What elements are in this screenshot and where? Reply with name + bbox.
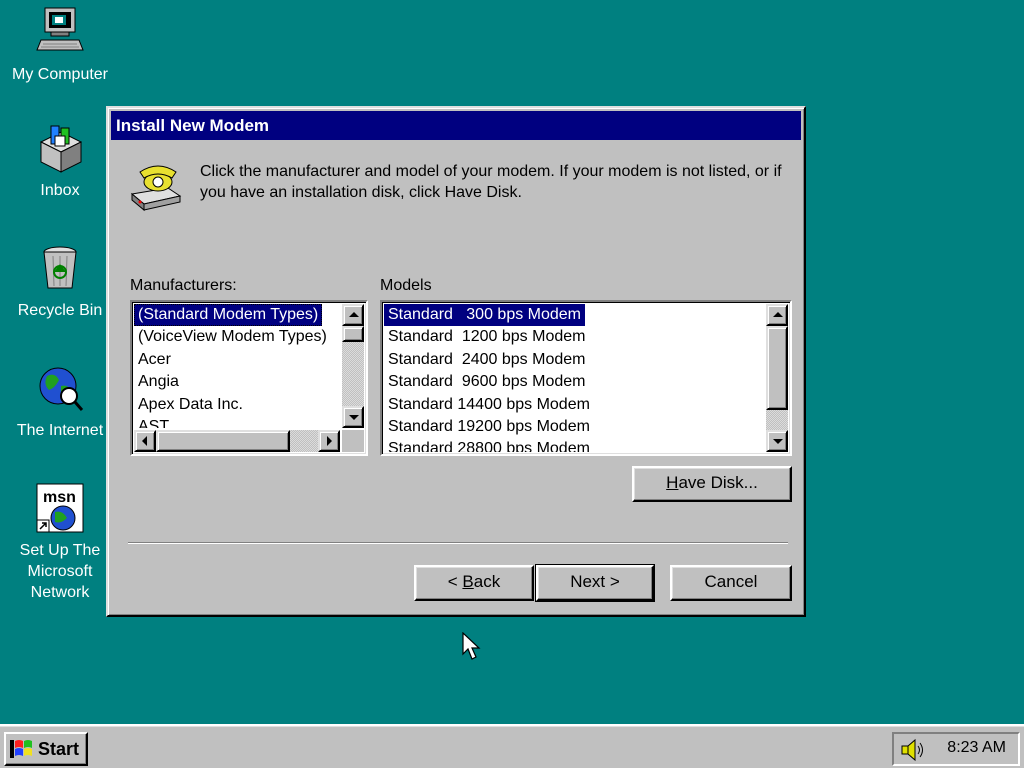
desktop-icon-my-computer[interactable]: My Computer bbox=[5, 6, 115, 85]
dialog-separator bbox=[128, 542, 788, 544]
scroll-right-button[interactable] bbox=[318, 430, 340, 452]
desktop: My Computer Inbox Recycle Bin The Intern… bbox=[0, 0, 1024, 768]
models-vertical-scrollbar[interactable] bbox=[766, 304, 788, 452]
taskbar: Start 8:23 AM bbox=[0, 724, 1024, 768]
scroll-thumb[interactable] bbox=[342, 326, 364, 342]
inbox-icon bbox=[35, 122, 85, 176]
have-disk-label: Have Disk... bbox=[666, 473, 758, 492]
scroll-left-button[interactable] bbox=[134, 430, 156, 452]
back-accelerator: B bbox=[462, 572, 474, 591]
have-disk-accelerator: H bbox=[666, 473, 679, 492]
manufacturers-vertical-scrollbar[interactable] bbox=[342, 304, 364, 428]
instructions-text: Click the manufacturer and model of your… bbox=[200, 163, 782, 201]
scroll-up-button[interactable] bbox=[766, 304, 788, 326]
back-button[interactable]: < Back bbox=[414, 565, 534, 601]
svg-text:msn: msn bbox=[43, 489, 76, 506]
manufacturers-list-item[interactable]: Acer bbox=[134, 349, 340, 371]
internet-globe-icon bbox=[35, 362, 85, 416]
system-tray: 8:23 AM bbox=[892, 732, 1020, 766]
manufacturers-horizontal-scrollbar[interactable] bbox=[134, 430, 340, 452]
dialog-title-bar[interactable]: Install New Modem bbox=[111, 111, 801, 140]
manufacturers-listbox[interactable]: (Standard Modem Types) (VoiceView Modem … bbox=[130, 300, 368, 456]
arrow-left-icon bbox=[142, 436, 147, 446]
start-button[interactable]: Start bbox=[4, 732, 88, 766]
scroll-down-button[interactable] bbox=[766, 430, 788, 452]
back-label: < Back bbox=[448, 572, 500, 591]
dialog-title: Install New Modem bbox=[116, 116, 270, 135]
manufacturers-list-item[interactable]: Apex Data Inc. bbox=[134, 394, 340, 416]
start-label: Start bbox=[38, 739, 80, 759]
install-new-modem-dialog: Install New Modem Click the manufacturer… bbox=[106, 106, 806, 617]
models-label: Models bbox=[380, 277, 432, 294]
scroll-thumb[interactable] bbox=[766, 326, 788, 410]
models-list-item[interactable]: Standard 14400 bps Modem bbox=[384, 394, 764, 416]
manufacturers-list-item[interactable]: Angia bbox=[134, 371, 340, 393]
clock[interactable]: 8:23 AM bbox=[947, 739, 1006, 757]
desktop-icon-label: My Computer bbox=[11, 66, 109, 83]
models-list-item[interactable]: Standard 2400 bps Modem bbox=[384, 349, 764, 371]
arrow-up-icon bbox=[349, 312, 359, 317]
models-list-item[interactable]: Standard 300 bps Modem bbox=[384, 304, 764, 327]
models-listbox[interactable]: Standard 300 bps Modem Standard 1200 bps… bbox=[380, 300, 792, 456]
desktop-icon-label: Set Up The Microsoft Network bbox=[19, 542, 101, 601]
computer-icon bbox=[35, 6, 85, 60]
arrow-right-icon bbox=[327, 436, 332, 446]
desktop-icon-recycle-bin[interactable]: Recycle Bin bbox=[5, 242, 115, 321]
manufacturers-list-item[interactable]: (VoiceView Modem Types) bbox=[134, 326, 340, 348]
have-disk-button[interactable]: Have Disk... bbox=[632, 466, 792, 502]
desktop-icon-label: Inbox bbox=[40, 182, 80, 199]
models-list-item[interactable]: Standard 9600 bps Modem bbox=[384, 371, 764, 393]
cancel-button[interactable]: Cancel bbox=[670, 565, 792, 601]
speaker-icon[interactable] bbox=[900, 738, 926, 767]
next-button[interactable]: Next > bbox=[535, 564, 655, 602]
arrow-down-icon bbox=[773, 439, 783, 444]
next-label: Next > bbox=[570, 572, 620, 591]
manufacturers-list-item[interactable]: (Standard Modem Types) bbox=[134, 304, 340, 327]
models-list-item[interactable]: Standard 1200 bps Modem bbox=[384, 326, 764, 348]
desktop-icon-set-up-msn[interactable]: msn Set Up The Microsoft Network bbox=[5, 482, 115, 603]
models-list-item[interactable]: Standard 28800 bps Modem bbox=[384, 438, 764, 452]
scroll-up-button[interactable] bbox=[342, 304, 364, 326]
desktop-icon-inbox[interactable]: Inbox bbox=[5, 122, 115, 201]
manufacturers-list-item[interactable]: AST bbox=[134, 416, 340, 428]
windows-logo-icon bbox=[10, 738, 34, 768]
back-label-pre: < bbox=[447, 572, 463, 591]
models-list-item[interactable]: Standard 19200 bps Modem bbox=[384, 416, 764, 438]
cancel-label: Cancel bbox=[704, 572, 758, 591]
manufacturers-item-text: (Standard Modem Types) bbox=[134, 304, 323, 327]
have-disk-label-post: ave Disk... bbox=[678, 473, 758, 492]
models-item-text: Standard 300 bps Modem bbox=[384, 304, 586, 327]
manufacturers-list: (Standard Modem Types) (VoiceView Modem … bbox=[134, 304, 340, 428]
recycle-bin-icon bbox=[35, 242, 85, 296]
modem-telephone-icon bbox=[128, 158, 184, 214]
scroll-down-button[interactable] bbox=[342, 406, 364, 428]
back-label-post: ack bbox=[473, 572, 501, 591]
scroll-thumb[interactable] bbox=[156, 430, 290, 452]
manufacturers-label: Manufacturers: bbox=[130, 277, 237, 294]
desktop-icon-label: Recycle Bin bbox=[17, 302, 103, 319]
msn-icon: msn bbox=[35, 482, 85, 536]
desktop-icon-label: The Internet bbox=[16, 422, 104, 439]
arrow-up-icon bbox=[773, 312, 783, 317]
scrollbar-corner bbox=[342, 430, 364, 452]
mouse-pointer-icon bbox=[462, 631, 482, 667]
desktop-icon-the-internet[interactable]: The Internet bbox=[5, 362, 115, 441]
arrow-down-icon bbox=[349, 415, 359, 420]
models-list: Standard 300 bps Modem Standard 1200 bps… bbox=[384, 304, 764, 452]
